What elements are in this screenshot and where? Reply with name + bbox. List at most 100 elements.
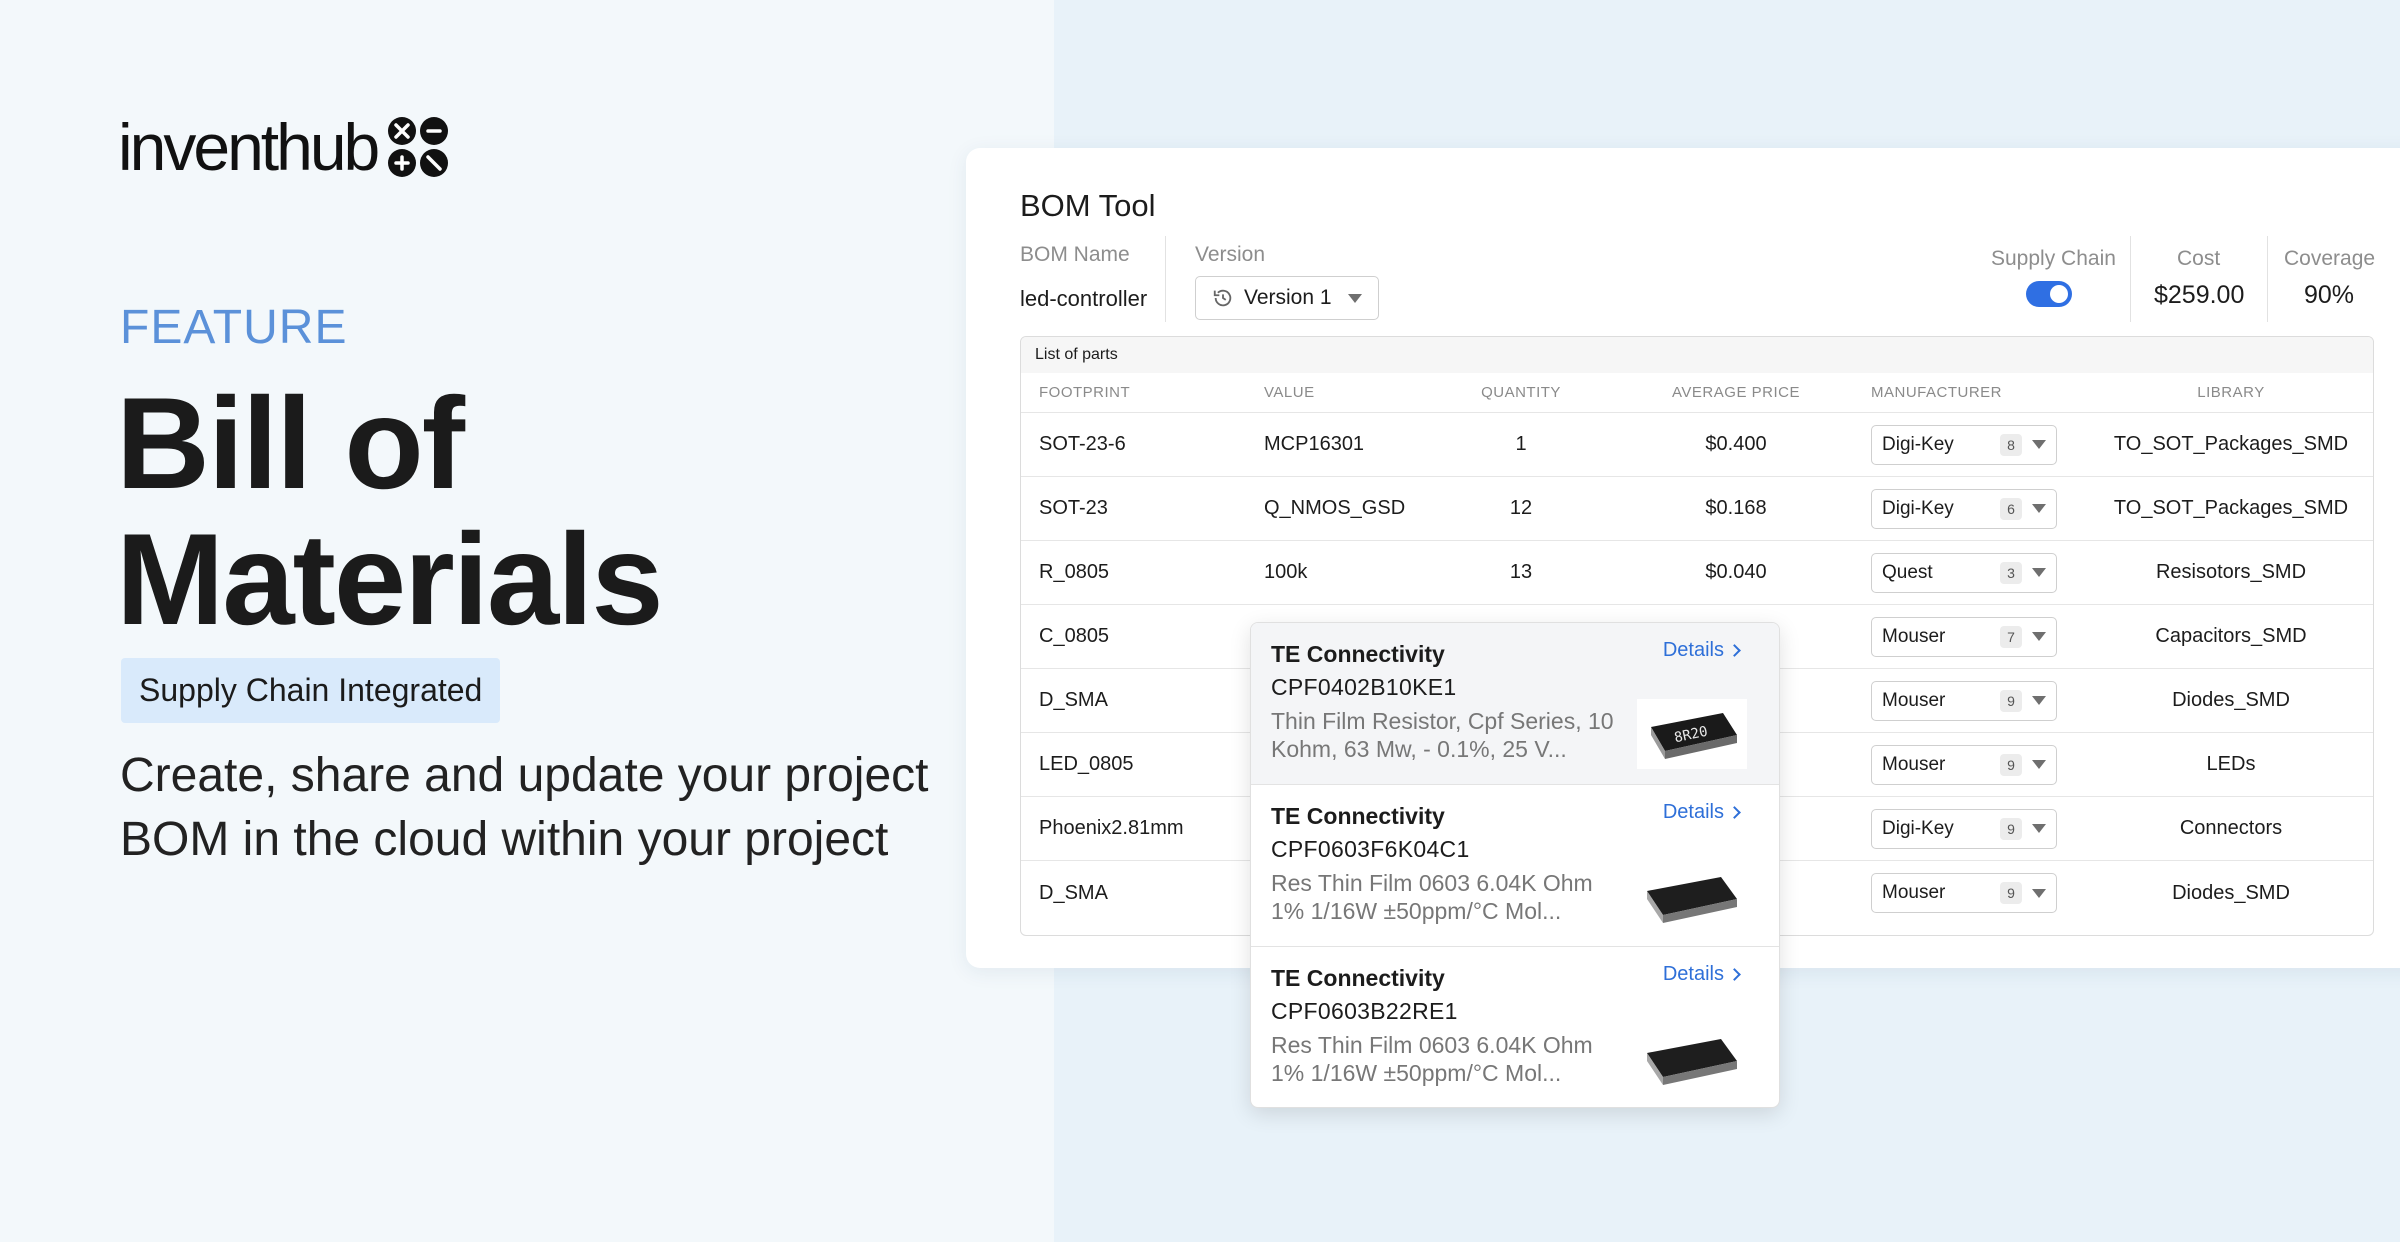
manufacturer-select[interactable]: Mouser 9 — [1871, 744, 2057, 785]
col-value[interactable]: VALUE — [1264, 384, 1315, 401]
chevron-down-icon — [2032, 632, 2046, 641]
manufacturer-name: Mouser — [1882, 689, 1946, 711]
part-suggestion-item[interactable]: TE Connectivity CPF0402B10KE1 Thin Film … — [1251, 623, 1779, 785]
part-suggestion-item[interactable]: TE Connectivity CPF0603F6K04C1 Res Thin … — [1251, 785, 1779, 947]
subheadline-line-2: BOM in the cloud within your project — [120, 813, 889, 866]
suggestion-part-number: CPF0402B10KE1 — [1271, 674, 1457, 700]
suggestion-part-number: CPF0603F6K04C1 — [1271, 836, 1470, 862]
col-average-price[interactable]: AVERAGE PRICE — [1661, 384, 1811, 401]
supply-chain-toggle[interactable] — [2026, 281, 2072, 307]
eyebrow-label: FEATURE — [120, 301, 348, 354]
manufacturer-select[interactable]: Mouser 7 — [1871, 616, 2057, 657]
cell-quantity: 1 — [1515, 433, 1527, 455]
cell-library: Connectors — [2179, 817, 2283, 839]
cost-label: Cost — [2177, 247, 2221, 270]
manufacturer-name: Mouser — [1882, 625, 1946, 647]
divider — [2130, 236, 2131, 322]
cell-library: Diodes_SMD — [2172, 881, 2290, 904]
manufacturer-select[interactable]: Quest 3 — [1871, 552, 2057, 593]
cell-footprint: C_0805 — [1039, 625, 1110, 647]
cell-footprint: SOT-23-6 — [1039, 433, 1126, 455]
cell-footprint: D_SMA — [1039, 689, 1108, 711]
details-link[interactable]: Details — [1662, 801, 1741, 824]
manufacturer-name: Digi-Key — [1882, 497, 1954, 519]
logo-text: inventhub — [118, 110, 380, 184]
part-suggestion-dropdown: TE Connectivity CPF0402B10KE1 Thin Film … — [1250, 622, 1780, 1108]
description-line-1: Thin Film Resistor, Cpf Series, 10 — [1271, 708, 1614, 734]
chevron-right-icon — [1728, 968, 1741, 981]
manufacturer-select[interactable]: Mouser 9 — [1871, 680, 2057, 721]
chevron-right-icon — [1728, 806, 1741, 819]
logo-mark-icon — [388, 117, 449, 177]
cell-library: LEDs — [2206, 753, 2256, 775]
cell-price: $0.168 — [1705, 497, 1767, 519]
cell-footprint: R_0805 — [1039, 561, 1110, 583]
coverage-label: Coverage — [2284, 247, 2376, 270]
headline-line-1: Bill of — [116, 370, 465, 516]
headline-line-2: Materials — [116, 506, 664, 652]
resistor-chip-image — [1647, 877, 1737, 923]
divider — [1165, 236, 1166, 322]
chevron-right-icon — [1728, 644, 1741, 657]
chevron-down-icon — [2032, 888, 2046, 898]
details-link[interactable]: Details — [1662, 639, 1741, 662]
cell-library: Capacitors_SMD — [2155, 625, 2307, 647]
suggestion-description: Res Thin Film 0603 6.04K Ohm 1% 1/16W ±5… — [1271, 1031, 1631, 1087]
cell-footprint: Phoenix2.81mm — [1039, 817, 1184, 839]
description-line-1: Res Thin Film 0603 6.04K Ohm — [1271, 870, 1593, 896]
supply-chain-label: Supply Chain — [1991, 247, 2116, 270]
manufacturer-name: Quest — [1882, 561, 1933, 583]
supplier-count-badge: 9 — [2000, 689, 2022, 712]
cell-library: TO_SOT_Packages_SMD — [2113, 497, 2349, 519]
manufacturer-select[interactable]: Digi-Key 8 — [1871, 424, 2057, 465]
description-line-2: Kohm, 63 Mw, - 0.1%, 25 V... — [1271, 736, 1567, 762]
chevron-down-icon — [2032, 696, 2046, 705]
version-value: Version 1 — [1244, 286, 1332, 309]
cell-value: 100k — [1264, 561, 1308, 583]
chevron-down-icon — [2032, 760, 2046, 769]
cell-quantity: 12 — [1509, 497, 1533, 519]
chevron-down-icon — [2032, 824, 2046, 833]
table-row[interactable]: SOT-23 Q_NMOS_GSD 12 $0.168 Digi-Key 6 TO… — [1021, 477, 2373, 541]
version-select[interactable]: Version 1 — [1195, 276, 1379, 320]
resistor-chip-image — [1647, 1039, 1737, 1085]
supplier-count-badge: 7 — [2000, 625, 2022, 648]
manufacturer-select[interactable]: Mouser 9 — [1871, 873, 2057, 913]
manufacturer-name: Digi-Key — [1882, 817, 1954, 839]
manufacturer-select[interactable]: Digi-Key 9 — [1871, 808, 2057, 849]
manufacturer-name: Mouser — [1882, 753, 1946, 775]
details-label: Details — [1662, 801, 1724, 823]
chevron-down-icon — [2032, 440, 2046, 449]
details-link[interactable]: Details — [1663, 963, 1741, 986]
chevron-down-icon — [1348, 293, 1362, 303]
description-line-2: 1% 1/16W ±50ppm/°C Mol... — [1271, 1060, 1562, 1086]
bom-name-value: led-controller — [1020, 286, 1148, 311]
table-caption: List of parts — [1021, 337, 2373, 373]
brand-logo: inventhub — [118, 112, 449, 182]
headline: Bill of Materials — [116, 370, 664, 652]
col-quantity[interactable]: QUANTITY — [1461, 384, 1581, 401]
feature-badge: Supply Chain Integrated — [121, 658, 501, 723]
col-footprint[interactable]: FOOTPRINT — [1039, 384, 1130, 401]
description-line-2: 1% 1/16W ±50ppm/°C Mol... — [1271, 898, 1562, 924]
col-manufacturer[interactable]: MANUFACTURER — [1871, 384, 2002, 401]
cell-library: TO_SOT_Packages_SMD — [2113, 433, 2349, 455]
chevron-down-icon — [2032, 568, 2046, 577]
supplier-count-badge: 6 — [2000, 497, 2022, 520]
suggestion-description: Res Thin Film 0603 6.04K Ohm 1% 1/16W ±5… — [1271, 869, 1631, 925]
manufacturer-select[interactable]: Digi-Key 6 — [1871, 488, 2057, 529]
subheadline-line-1: Create, share and update your project — [120, 749, 929, 802]
suggestion-manufacturer: TE Connectivity — [1271, 641, 1445, 667]
table-row[interactable]: SOT-23-6 MCP16301 1 $0.400 Digi-Key 8 TO_… — [1021, 413, 2373, 477]
suggestion-manufacturer: TE Connectivity — [1271, 965, 1445, 991]
part-suggestion-item[interactable]: TE Connectivity CPF0603B22RE1 Res Thin F… — [1251, 947, 1779, 1107]
panel-title: BOM Tool — [1020, 188, 1156, 223]
col-library[interactable]: LIBRARY — [2101, 384, 2361, 401]
supplier-count-badge: 9 — [2000, 753, 2022, 776]
cell-price: $0.040 — [1705, 561, 1767, 583]
details-label: Details — [1662, 639, 1724, 661]
supplier-count-badge: 9 — [2000, 817, 2022, 840]
cell-value: MCP16301 — [1264, 433, 1365, 455]
supplier-count-badge: 9 — [2000, 882, 2022, 904]
table-row[interactable]: R_0805 100k 13 $0.040 Quest 3 Resisotors_… — [1021, 541, 2373, 605]
